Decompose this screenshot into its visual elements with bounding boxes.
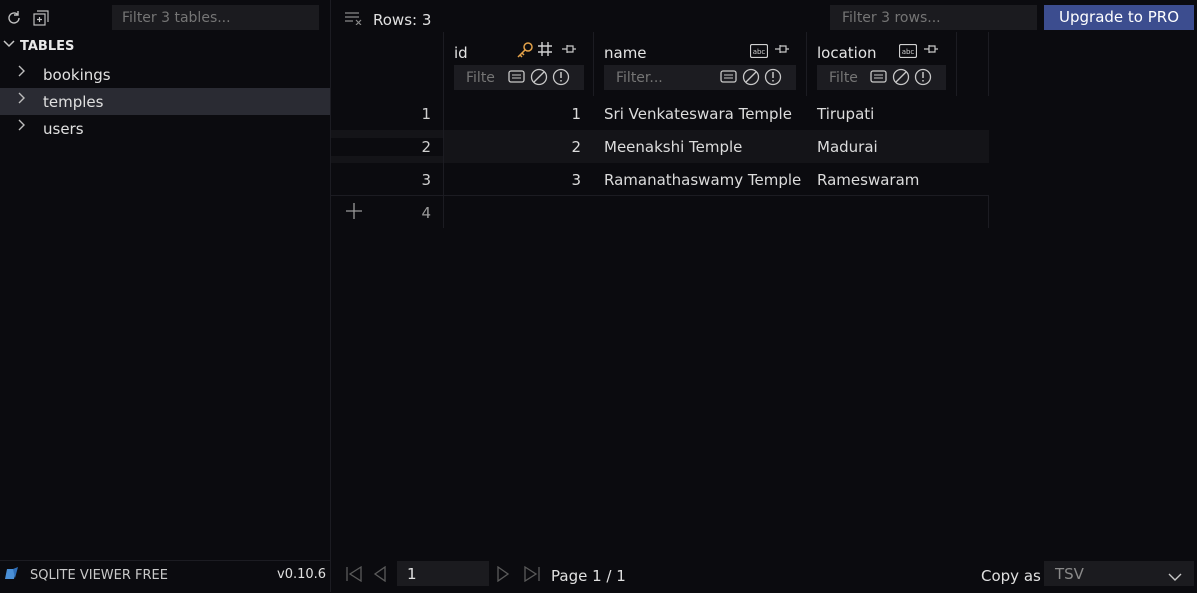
column-header-spacer <box>957 32 989 96</box>
hash-icon <box>537 41 553 61</box>
tables-section-label: TABLES <box>20 39 75 54</box>
svg-text:abc: abc <box>753 48 766 56</box>
upgrade-button[interactable]: Upgrade to PRO <box>1044 5 1194 30</box>
first-page-icon[interactable] <box>345 565 363 586</box>
row-number: 1 <box>421 105 431 123</box>
cell-id[interactable]: 1 <box>444 105 581 123</box>
page-indicator: Page 1 / 1 <box>551 567 626 585</box>
next-page-icon[interactable] <box>496 565 510 586</box>
sqlite-logo-icon <box>5 566 21 586</box>
row-number: 3 <box>421 171 431 189</box>
rownum-header <box>331 32 444 96</box>
cell-name[interactable]: Meenakshi Temple <box>604 138 742 156</box>
copy-format-value: TSV <box>1055 565 1084 583</box>
sidebar-item-temples[interactable]: temples <box>0 88 330 115</box>
column-header-id[interactable]: id <box>444 32 594 96</box>
column-name: location <box>817 44 877 62</box>
new-row[interactable]: 4 <box>331 196 989 229</box>
cell-location[interactable]: Tirupati <box>817 105 874 123</box>
cell-name[interactable]: Ramanathaswamy Temple <box>604 171 801 189</box>
chevron-right-icon <box>17 91 27 109</box>
cell-id[interactable]: 3 <box>444 171 581 189</box>
table-row[interactable]: 2 2 Meenakshi Temple Madurai <box>331 130 989 163</box>
key-icon <box>516 41 534 63</box>
column-header-name[interactable]: name abc <box>594 32 807 96</box>
sidebar-item-bookings[interactable]: bookings <box>0 61 330 88</box>
copy-as-label: Copy as <box>981 567 1041 585</box>
table-row[interactable]: 1 1 Sri Venkateswara Temple Tirupati <box>331 97 989 130</box>
app-version: v0.10.6 <box>277 567 327 582</box>
abc-text-icon: abc <box>749 43 769 62</box>
column-divider <box>443 96 444 228</box>
app-name: SQLITE VIEWER FREE <box>30 568 168 583</box>
column-name: name <box>604 44 647 62</box>
chevron-right-icon <box>17 118 27 136</box>
previous-page-icon[interactable] <box>373 565 387 586</box>
sidebar-item-label: bookings <box>43 66 111 84</box>
clear-filter-icon[interactable] <box>345 11 363 29</box>
table-row[interactable]: 3 3 Ramanathaswamy Temple Rameswaram <box>331 163 989 195</box>
copy-format-select[interactable]: TSV <box>1044 561 1194 586</box>
refresh-icon[interactable] <box>5 9 23 30</box>
new-row-cells[interactable] <box>443 196 989 228</box>
column-header-location[interactable]: location abc <box>807 32 957 96</box>
pin-icon[interactable] <box>923 43 939 59</box>
filter-rows-input[interactable] <box>830 5 1037 30</box>
rows-count: Rows: 3 <box>373 11 432 29</box>
pin-icon[interactable] <box>561 43 577 59</box>
cell-location[interactable]: Rameswaram <box>817 171 919 189</box>
cell-location[interactable]: Madurai <box>817 138 878 156</box>
row-number: 2 <box>331 138 443 156</box>
last-page-icon[interactable] <box>523 565 541 586</box>
filter-options-icons <box>720 68 792 90</box>
row-number: 4 <box>421 204 431 222</box>
chevron-down-icon <box>3 38 15 54</box>
sidebar-footer: SQLITE VIEWER FREE v0.10.6 <box>0 560 330 593</box>
chevron-right-icon <box>17 64 27 82</box>
filter-options-icons <box>870 68 942 90</box>
tables-section-header[interactable]: TABLES <box>0 38 330 58</box>
column-name: id <box>454 44 468 62</box>
filter-tables-input[interactable] <box>112 5 319 30</box>
abc-text-icon: abc <box>898 43 918 62</box>
sidebar-item-users[interactable]: users <box>0 115 330 142</box>
chevron-down-icon <box>1168 568 1182 586</box>
cell-id[interactable]: 2 <box>444 138 581 156</box>
page-number-input[interactable] <box>397 561 489 586</box>
cell-name[interactable]: Sri Venkateswara Temple <box>604 105 792 123</box>
pin-icon[interactable] <box>774 43 790 59</box>
svg-text:abc: abc <box>902 48 915 56</box>
sidebar-item-label: temples <box>43 93 104 111</box>
sidebar-item-label: users <box>43 120 84 138</box>
add-database-icon[interactable] <box>33 10 49 29</box>
filter-options-icons <box>508 68 580 90</box>
